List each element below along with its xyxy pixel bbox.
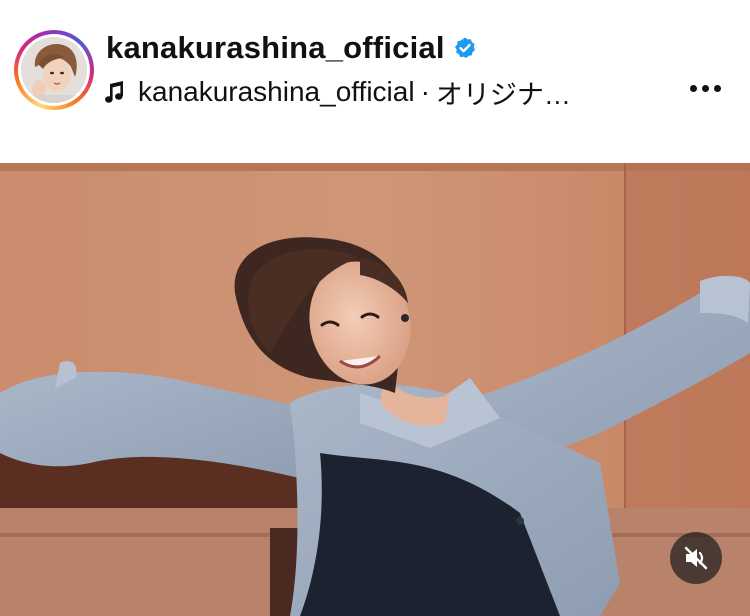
avatar[interactable]: [21, 37, 87, 103]
music-note-icon: [104, 80, 126, 104]
reel-post: kanakurashina_official kanakurashina_off…: [0, 0, 750, 616]
post-header: kanakurashina_official kanakurashina_off…: [0, 0, 750, 160]
reel-video[interactable]: [0, 163, 750, 616]
more-options-button[interactable]: [686, 74, 726, 104]
username[interactable]: kanakurashina_official: [106, 30, 445, 66]
speaker-muted-icon: [684, 546, 708, 570]
audio-attribution[interactable]: kanakurashina_official · オリジナ…: [104, 72, 664, 112]
audio-username: kanakurashina_official: [138, 76, 415, 107]
audio-track-title: オリジナ…: [435, 79, 571, 110]
more-horizontal-icon: [690, 85, 697, 92]
avatar-photo: [21, 37, 87, 103]
story-ring[interactable]: [14, 30, 94, 110]
mute-toggle-button[interactable]: [670, 532, 722, 584]
verified-badge-icon: [453, 36, 477, 60]
audio-separator: ·: [420, 76, 430, 107]
username-row: kanakurashina_official: [106, 28, 477, 68]
video-frame: [0, 163, 750, 616]
